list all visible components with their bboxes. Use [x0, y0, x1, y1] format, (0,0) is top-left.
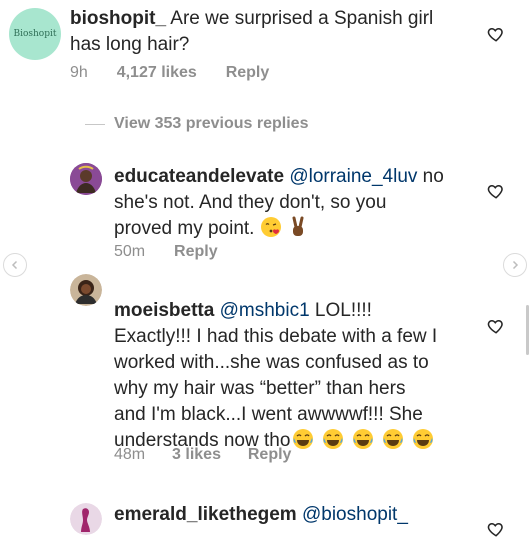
reply-2-text-line1: LOL!!!! [314, 300, 372, 321]
reply-1-time: 50m [114, 243, 146, 260]
reply-2-mention[interactable]: @mshbic1 [220, 300, 310, 321]
avatar-emerald-likethegem[interactable] [70, 503, 102, 535]
avatar-logo-text: Bioshopit [13, 29, 57, 39]
like-comment-button[interactable] [487, 25, 505, 43]
comment-reply-button[interactable]: Reply [226, 64, 270, 81]
reply-3-mention[interactable]: @bioshopit_ [302, 504, 408, 525]
comment-likes[interactable]: 4,127 likes [117, 64, 197, 81]
reply-1-body: educateandelevate @lorraine_4luv no she'… [114, 164, 474, 242]
reply-3-body: emerald_likethegem @bioshopit_ [114, 502, 484, 528]
face-blowing-kiss-emoji [260, 216, 282, 238]
face-with-tears-of-joy-emoji [352, 428, 374, 450]
heart-outline-icon [487, 319, 503, 334]
reply-2-meta: 48m 3 likes Reply [114, 446, 291, 464]
face-with-tears-of-joy-emoji [412, 428, 434, 450]
reply-2-text-line4: why my hair was “better” than hers [114, 378, 406, 399]
next-button[interactable] [503, 253, 527, 277]
reply-2-body: moeisbetta @mshbic1 LOL!!!! Exactly!!! I… [114, 298, 484, 454]
like-reply-1-button[interactable] [487, 182, 505, 200]
reply-1-text-line2: she's not. And they don't, so you [114, 192, 387, 213]
avatar-moeisbetta[interactable] [70, 274, 102, 306]
face-with-tears-of-joy-emoji [292, 428, 314, 450]
reply-2-likes[interactable]: 3 likes [172, 446, 221, 463]
reply-2-reply-button[interactable]: Reply [248, 446, 292, 463]
reply-3-username[interactable]: emerald_likethegem [114, 504, 297, 525]
chevron-right-icon [512, 260, 519, 270]
face-with-tears-of-joy-emoji [322, 428, 344, 450]
comment-meta: 9h 4,127 likes Reply [70, 64, 269, 82]
face-with-tears-of-joy-emoji [382, 428, 404, 450]
avatar-bioshopit[interactable]: Bioshopit [9, 8, 61, 60]
replies-divider [85, 124, 105, 125]
reply-1-mention[interactable]: @lorraine_4luv [289, 166, 417, 187]
reply-2-time: 48m [114, 446, 146, 463]
heart-outline-icon [487, 27, 503, 42]
chevron-left-icon [11, 260, 18, 270]
victory-hand-emoji [287, 216, 309, 238]
reply-1-text-line3: proved my point. [114, 218, 255, 239]
comment-time: 9h [70, 64, 88, 81]
reply-2-text-line3: worked with...she was confused as to [114, 352, 429, 373]
reply-1-username[interactable]: educateandelevate [114, 166, 284, 187]
comment-body: bioshopit_ Are we surprised a Spanish gi… [70, 6, 450, 58]
avatar-educateandelevate[interactable] [70, 163, 102, 195]
prev-button[interactable] [3, 253, 27, 277]
reply-1-text-line1: no [422, 166, 444, 187]
reply-1-reply-button[interactable]: Reply [174, 243, 218, 260]
reply-2-username[interactable]: moeisbetta [114, 300, 214, 321]
like-reply-2-button[interactable] [487, 317, 505, 335]
reply-2-text-line5: and I'm black...I went awwwwf!!! She [114, 404, 423, 425]
like-reply-3-button[interactable] [487, 520, 505, 538]
reply-2-text-line2: Exactly!!! I had this debate with a few … [114, 326, 438, 347]
heart-outline-icon [487, 184, 503, 199]
scrollbar[interactable] [526, 305, 529, 355]
comment-username[interactable]: bioshopit_ [70, 8, 166, 29]
reply-1-meta: 50m Reply [114, 243, 218, 261]
heart-outline-icon [487, 522, 503, 537]
view-previous-replies-button[interactable]: View 353 previous replies [114, 115, 308, 133]
